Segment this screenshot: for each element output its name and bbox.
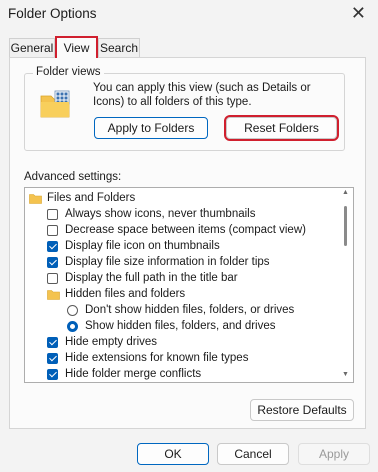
checkbox[interactable] [47,369,58,380]
checkbox[interactable] [47,241,58,252]
folder-icon [47,290,60,300]
list-item-label: Hidden files and folders [65,288,186,300]
list-item-label: Display file icon on thumbnails [65,240,220,252]
window-title: Folder Options [8,6,97,21]
checkbox[interactable] [47,225,58,236]
apply-to-folders-button[interactable]: Apply to Folders [94,117,208,139]
checkbox[interactable] [47,273,58,284]
checkbox[interactable] [47,353,58,364]
list-item-label: Hide empty drives [65,336,158,348]
apply-button[interactable]: Apply [298,443,370,465]
list-scrollbar[interactable]: ▲ ▼ [341,188,351,381]
cancel-button[interactable]: Cancel [217,443,289,465]
list-item-label: Files and Folders [47,192,136,204]
tab-view[interactable]: View [55,36,98,58]
ok-button[interactable]: OK [137,443,209,465]
tab-strip: General View Search [0,36,378,58]
list-item-label: Hide extensions for known file types [65,352,249,364]
list-item-label: Display the full path in the title bar [65,272,238,284]
radio-button[interactable] [67,321,78,332]
scroll-thumb[interactable] [344,206,347,246]
folder-grid-icon [40,90,70,118]
list-item-label: Don't show hidden files, folders, or dri… [85,304,295,316]
restore-defaults-button[interactable]: Restore Defaults [250,399,354,421]
scroll-up-icon[interactable]: ▲ [342,189,349,196]
folder-icon [29,194,42,204]
tab-search[interactable]: Search [98,38,140,57]
list-item-label: Hide folder merge conflicts [65,368,202,380]
radio-button[interactable] [67,305,78,316]
advanced-settings-label: Advanced settings: [24,171,122,183]
checkbox[interactable] [47,209,58,220]
tab-general[interactable]: General [9,38,55,57]
list-item-label: Decrease space between items (compact vi… [65,224,306,236]
list-item-label: Show hidden files, folders, and drives [85,320,276,332]
folder-views-title: Folder views [33,66,104,78]
advanced-settings-list[interactable]: Files and Folders Always show icons, nev… [24,187,354,383]
list-item-label: Display file size information in folder … [65,256,270,268]
close-icon[interactable]: ✕ [351,3,366,23]
checkbox[interactable] [47,257,58,268]
list-item-label: Always show icons, never thumbnails [65,208,256,220]
checkbox[interactable] [47,337,58,348]
reset-folders-button[interactable]: Reset Folders [224,115,339,141]
folder-views-description: You can apply this view (such as Details… [93,82,311,108]
scroll-down-icon[interactable]: ▼ [342,371,349,378]
title-bar: Folder Options ✕ [0,0,378,30]
